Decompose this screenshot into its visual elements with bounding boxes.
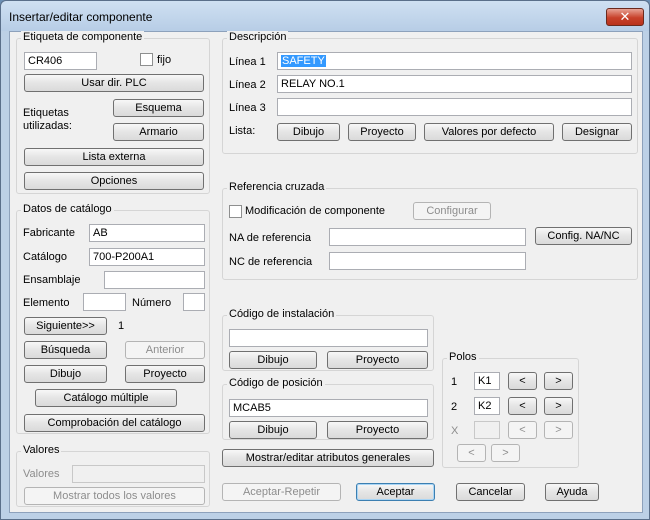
ensamblaje-label: Ensamblaje (23, 274, 81, 286)
polo-2-number: 2 (451, 401, 458, 413)
polo-x-number: X (451, 425, 459, 437)
nc-referencia-label: NC de referencia (229, 256, 313, 268)
numero-label: Número (132, 297, 172, 309)
desc-dibujo-button[interactable]: Dibujo (277, 123, 340, 141)
instalacion-dibujo-button[interactable]: Dibujo (229, 351, 317, 369)
linea1-selected-text: SAFETY (281, 55, 326, 67)
ensamblaje-input[interactable] (104, 271, 205, 289)
polo-2-input[interactable]: K2 (474, 397, 500, 415)
fabricante-label: Fabricante (23, 227, 75, 239)
usar-dir-plc-button[interactable]: Usar dir. PLC (24, 74, 204, 92)
group-posicion-title: Código de posición (227, 377, 325, 389)
elemento-input[interactable] (83, 293, 126, 311)
numero-input[interactable] (183, 293, 205, 311)
group-etiqueta: Etiqueta de componente CR406 fijo Usar d… (16, 31, 210, 194)
mostrar-todos-button[interactable]: Mostrar todos los valores (24, 487, 205, 505)
instalacion-input[interactable] (229, 329, 428, 347)
posicion-dibujo-button[interactable]: Dibujo (229, 421, 317, 439)
busqueda-button[interactable]: Búsqueda (24, 341, 107, 359)
group-descripcion-title: Descripción (227, 31, 289, 43)
valores-input[interactable] (72, 465, 205, 483)
group-valores: Valores Valores Mostrar todos los valore… (16, 444, 210, 507)
etiquetas-utilizadas-label: Etiquetas utilizadas: (23, 107, 72, 132)
fabricante-input[interactable]: AB (89, 224, 205, 242)
polos-next-button[interactable]: > (491, 444, 520, 462)
desc-proyecto-button[interactable]: Proyecto (348, 123, 416, 141)
polo-1-input[interactable]: K1 (474, 372, 500, 390)
group-instalacion-title: Código de instalación (227, 308, 337, 320)
siguiente-count: 1 (118, 320, 125, 332)
polo-1-number: 1 (451, 376, 458, 388)
close-button[interactable]: ✕ (606, 8, 644, 26)
valores-defecto-button[interactable]: Valores por defecto (424, 123, 554, 141)
polo-2-left-button[interactable]: < (508, 397, 537, 415)
group-etiqueta-title: Etiqueta de componente (21, 31, 145, 43)
catalogo-input[interactable]: 700-P200A1 (89, 248, 205, 266)
group-datos-catalogo: Datos de catálogo Fabricante AB Catálogo… (16, 203, 210, 434)
linea1-label: Línea 1 (229, 56, 266, 68)
polo-1-right-button[interactable]: > (544, 372, 573, 390)
fijo-label: fijo (157, 54, 172, 66)
aceptar-button[interactable]: Aceptar (356, 483, 435, 501)
linea1-input[interactable]: SAFETY (277, 52, 632, 70)
fijo-checkbox[interactable] (140, 53, 153, 66)
polo-1-left-button[interactable]: < (508, 372, 537, 390)
linea2-input[interactable]: RELAY NO.1 (277, 75, 632, 93)
lista-label: Lista: (229, 125, 256, 137)
group-descripcion: Descripción Línea 1 SAFETY Línea 2 RELAY… (222, 31, 638, 154)
lista-externa-button[interactable]: Lista externa (24, 148, 204, 166)
dialog-client: Etiqueta de componente CR406 fijo Usar d… (9, 31, 643, 513)
config-nanc-button[interactable]: Config. NA/NC (535, 227, 632, 245)
configurar-button[interactable]: Configurar (413, 202, 491, 220)
catalogo-multiple-button[interactable]: Catálogo múltiple (35, 389, 177, 407)
opciones-button[interactable]: Opciones (24, 172, 204, 190)
elemento-label: Elemento (23, 297, 70, 309)
posicion-proyecto-button[interactable]: Proyecto (327, 421, 428, 439)
posicion-input[interactable]: MCAB5 (229, 399, 428, 417)
anterior-button[interactable]: Anterior (125, 341, 205, 359)
polo-x-right-button[interactable]: > (544, 421, 573, 439)
polo-2-right-button[interactable]: > (544, 397, 573, 415)
valores-label: Valores (23, 468, 60, 480)
group-referencia-cruzada: Referencia cruzada Modificación de compo… (222, 181, 638, 280)
comprobacion-catalogo-button[interactable]: Comprobación del catálogo (24, 414, 205, 432)
linea3-label: Línea 3 (229, 102, 266, 114)
datos-dibujo-button[interactable]: Dibujo (24, 365, 107, 383)
siguiente-button[interactable]: Siguiente>> (24, 317, 107, 335)
designar-button[interactable]: Designar (562, 123, 632, 141)
group-codigo-posicion: Código de posición MCAB5 Dibujo Proyecto (222, 377, 434, 440)
group-valores-title: Valores (21, 444, 62, 456)
group-polos: Polos 1 K1 < > 2 K2 < > X < > < > (442, 351, 579, 468)
group-referencia-title: Referencia cruzada (227, 181, 327, 193)
polo-x-left-button[interactable]: < (508, 421, 537, 439)
aceptar-repetir-button[interactable]: Aceptar-Repetir (222, 483, 341, 501)
mostrar-editar-atributos-button[interactable]: Mostrar/editar atributos generales (222, 449, 434, 467)
esquema-button[interactable]: Esquema (113, 99, 204, 117)
group-codigo-instalacion: Código de instalación Dibujo Proyecto (222, 308, 434, 371)
catalogo-label: Catálogo (23, 251, 68, 263)
group-polos-title: Polos (447, 351, 479, 363)
cancelar-button[interactable]: Cancelar (456, 483, 525, 501)
polos-prev-button[interactable]: < (457, 444, 486, 462)
nc-referencia-input[interactable] (329, 252, 526, 270)
window-title: Insertar/editar componente (9, 10, 153, 24)
na-referencia-input[interactable] (329, 228, 526, 246)
linea2-label: Línea 2 (229, 79, 266, 91)
tag-input[interactable]: CR406 (24, 52, 97, 70)
modificacion-label: Modificación de componente (245, 205, 386, 217)
polo-x-input[interactable] (474, 421, 500, 439)
ayuda-button[interactable]: Ayuda (545, 483, 599, 501)
linea3-input[interactable] (277, 98, 632, 116)
dialog-window: Insertar/editar componente ✕ Etiqueta de… (0, 0, 650, 520)
group-datos-title: Datos de catálogo (21, 203, 114, 215)
modificacion-checkbox[interactable] (229, 205, 242, 218)
title-bar[interactable]: Insertar/editar componente ✕ (1, 1, 649, 31)
na-referencia-label: NA de referencia (229, 232, 311, 244)
datos-proyecto-button[interactable]: Proyecto (125, 365, 205, 383)
instalacion-proyecto-button[interactable]: Proyecto (327, 351, 428, 369)
armario-button[interactable]: Armario (113, 123, 204, 141)
